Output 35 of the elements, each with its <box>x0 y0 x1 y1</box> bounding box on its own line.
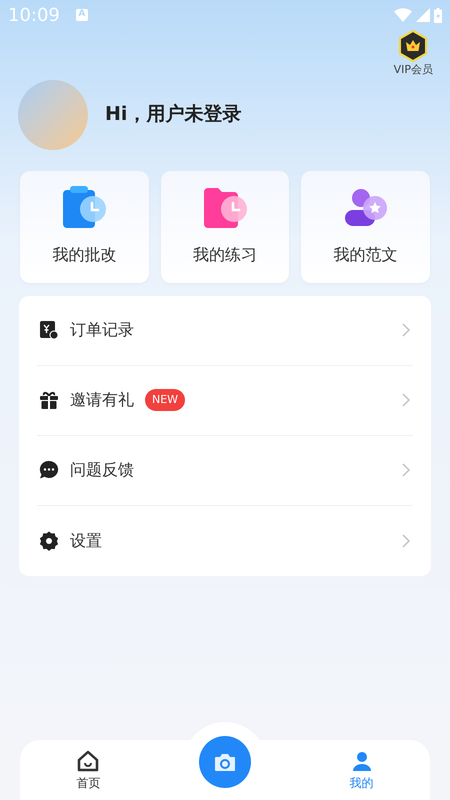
menu-label: 邀请有礼 <box>70 389 134 411</box>
camera-icon <box>214 752 236 772</box>
wifi-icon <box>394 8 412 22</box>
clipboard-clock-icon <box>61 186 108 230</box>
menu-item[interactable]: 订单记录 <box>37 296 413 366</box>
chevron-right-icon <box>402 534 410 548</box>
new-badge: NEW <box>145 388 186 412</box>
chevron-right-icon <box>402 323 410 337</box>
chevron-right-icon <box>402 463 410 477</box>
shortcut-card[interactable]: 我的批改 <box>20 170 149 282</box>
gift-icon <box>39 390 59 410</box>
menu-label: 订单记录 <box>70 319 134 341</box>
menu-label: 问题反馈 <box>70 459 134 481</box>
chat-bubble-icon <box>39 460 59 480</box>
menu-item[interactable]: 邀请有礼 NEW <box>37 366 413 436</box>
nav-tab[interactable]: 我的 <box>293 750 430 792</box>
signal-icon <box>416 8 430 22</box>
user-icon <box>350 750 373 772</box>
chevron-right-icon <box>402 393 410 407</box>
settings-icon <box>39 530 59 550</box>
shortcut-card[interactable]: 我的练习 <box>160 170 290 282</box>
vip-button[interactable]: VIP会员 <box>394 30 433 78</box>
nav-tab[interactable]: 首页 <box>20 750 157 792</box>
receipt-icon <box>39 320 59 340</box>
battery-icon <box>434 8 442 22</box>
crown-badge-icon <box>398 30 428 62</box>
status-time: 10:09 <box>8 4 60 28</box>
shortcut-card[interactable]: 我的范文 <box>301 170 430 282</box>
greeting-text: Hi，用户未登录 <box>105 102 242 128</box>
notification-icon: A <box>76 9 88 21</box>
menu-item[interactable]: 设置 <box>37 506 413 576</box>
folder-clock-icon <box>202 186 248 230</box>
menu-label: 设置 <box>70 530 102 552</box>
home-icon <box>76 750 100 772</box>
menu-item[interactable]: 问题反馈 <box>37 436 413 506</box>
